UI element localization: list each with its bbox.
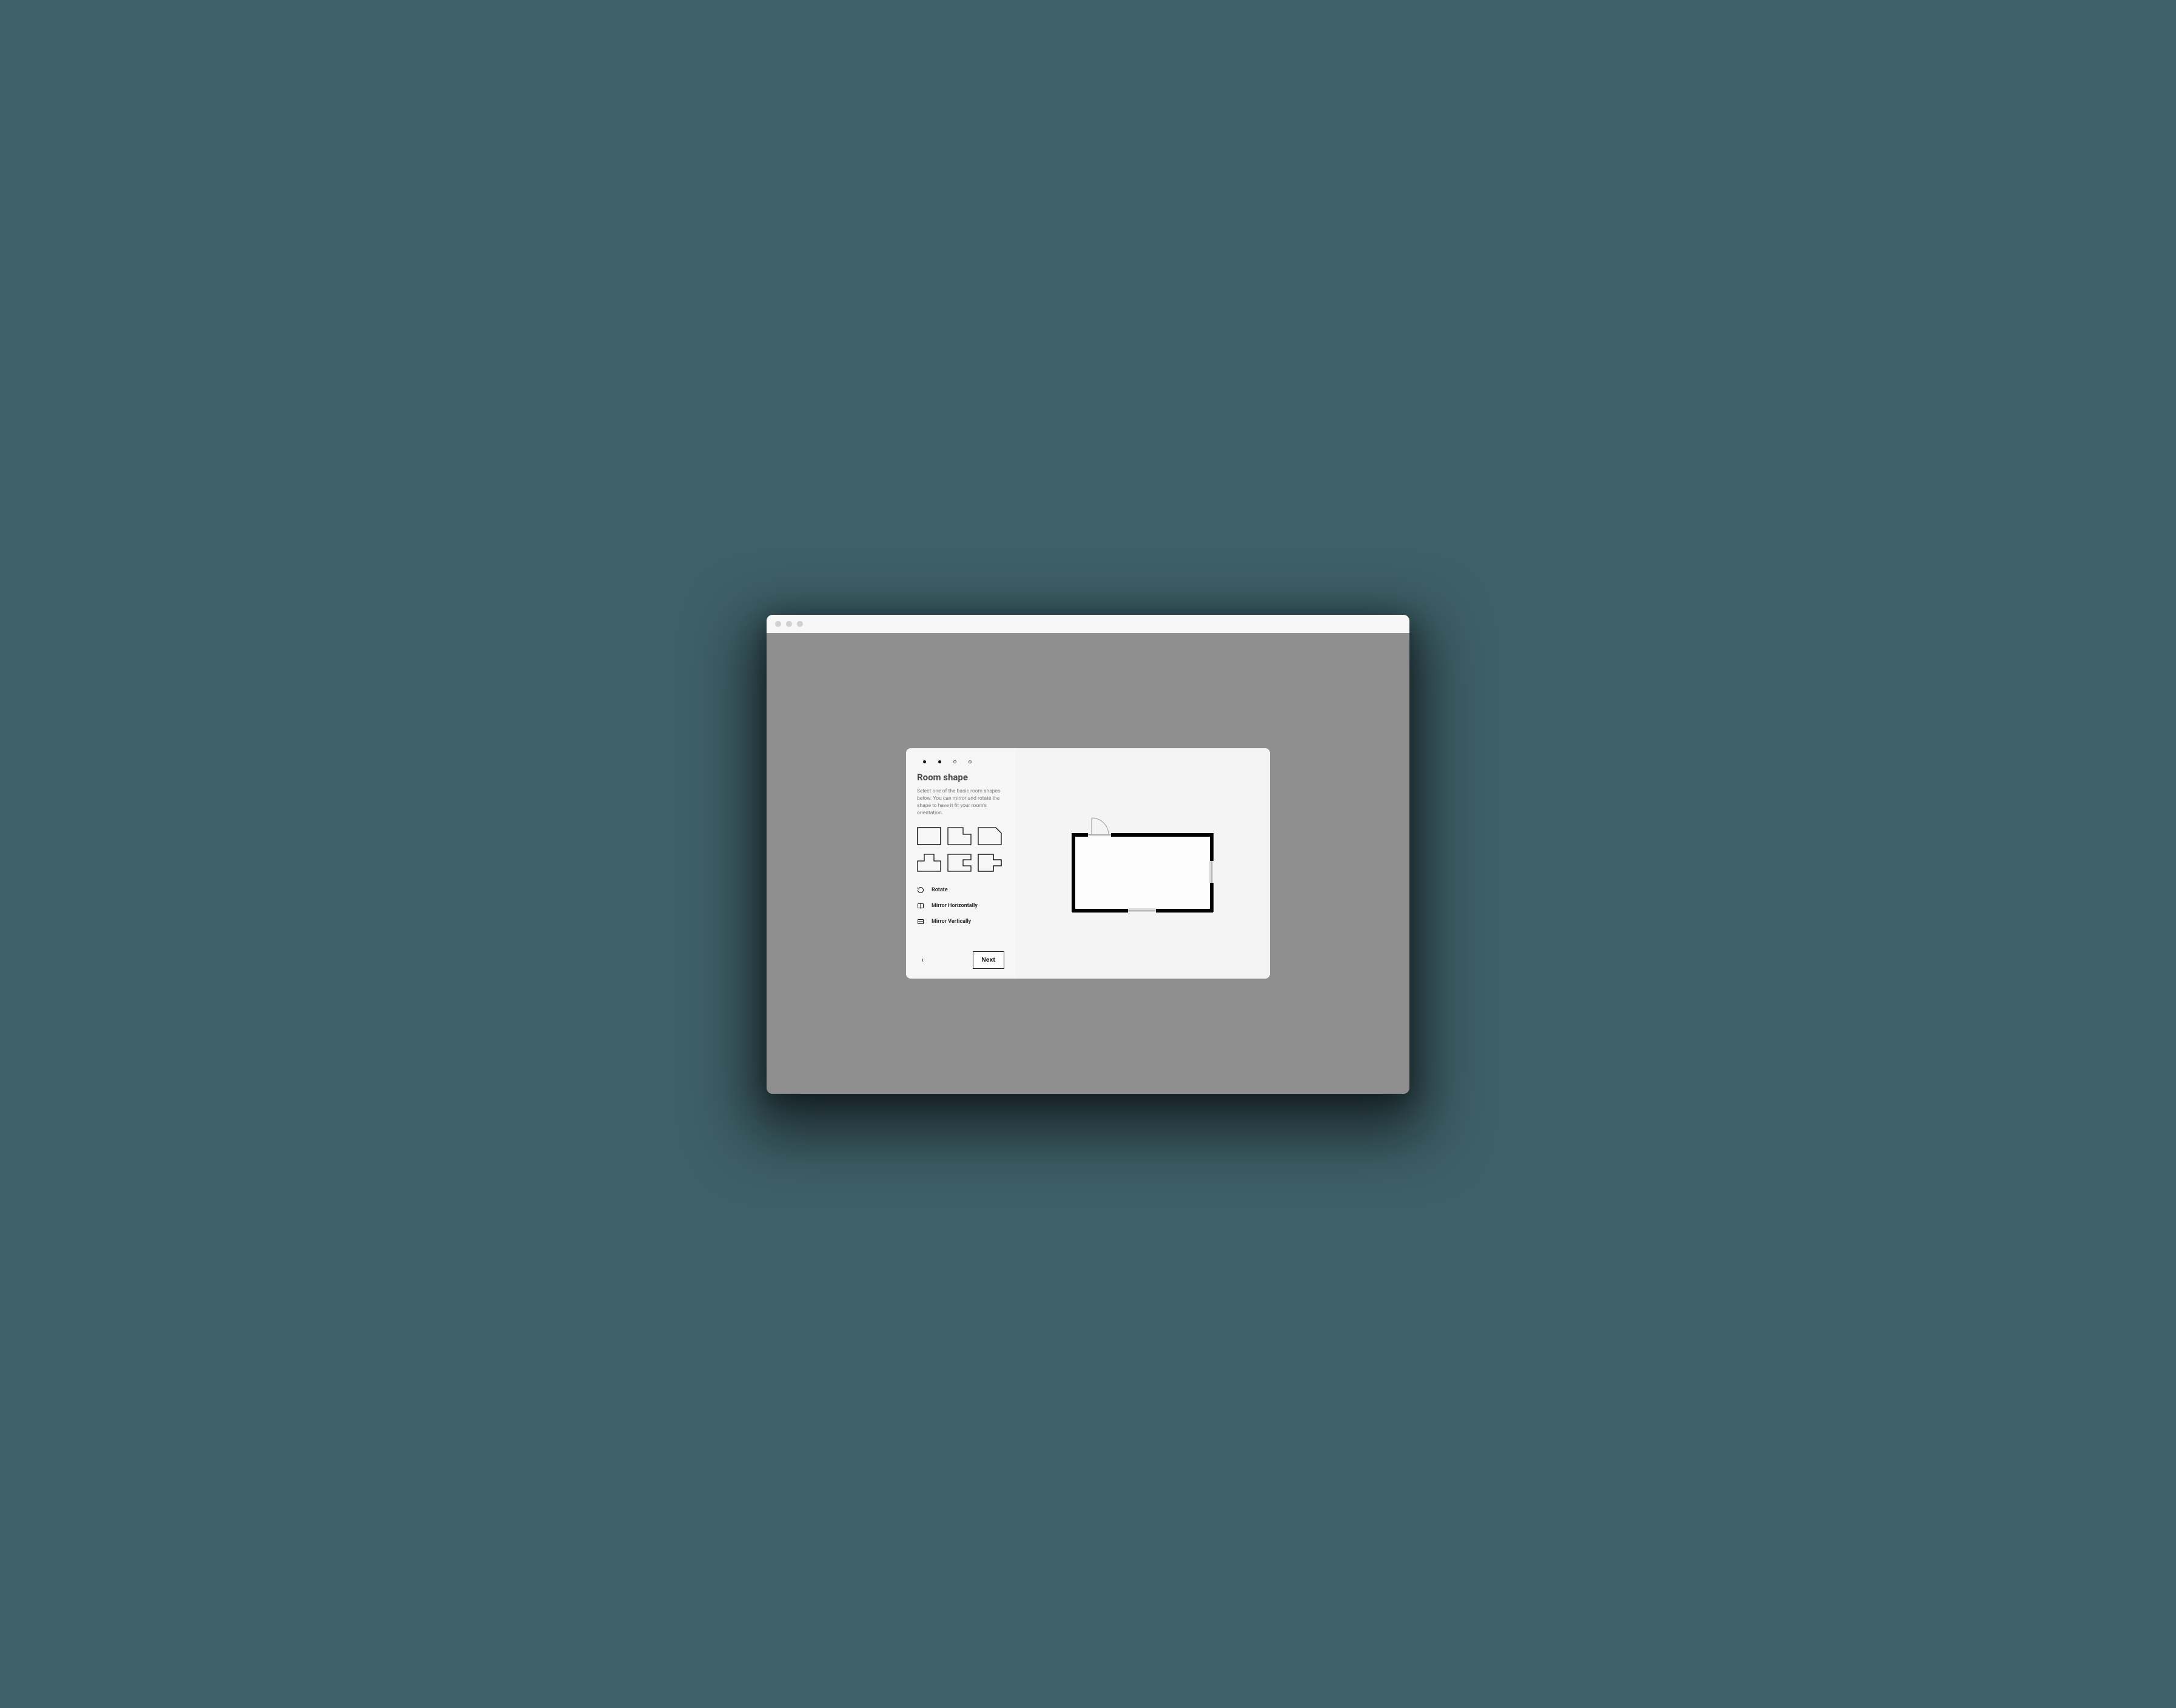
step-dot-4[interactable] xyxy=(969,760,972,763)
step-dot-1[interactable] xyxy=(923,760,926,763)
panel-description: Select one of the basic room shapes belo… xyxy=(917,788,1002,817)
stepper xyxy=(917,758,1004,772)
shape-option-t-shape[interactable] xyxy=(917,852,941,873)
next-button[interactable]: Next xyxy=(973,951,1004,969)
floorplan-preview-panel xyxy=(1015,748,1270,979)
mirror-vertical-button[interactable]: Mirror Vertically xyxy=(917,918,1004,925)
panel-title: Room shape xyxy=(917,772,1004,783)
panel-footer: ‹ Next xyxy=(917,943,1004,969)
browser-window: Room shape Select one of the basic room … xyxy=(767,615,1409,1094)
room-shape-modal: Room shape Select one of the basic room … xyxy=(906,748,1270,979)
floorplan-preview xyxy=(1072,815,1213,912)
app-viewport: Room shape Select one of the basic room … xyxy=(767,633,1409,1094)
shape-option-c-shape[interactable] xyxy=(947,852,972,873)
left-panel: Room shape Select one of the basic room … xyxy=(906,748,1015,979)
back-button[interactable]: ‹ xyxy=(917,954,928,965)
mirror-vertical-label: Mirror Vertically xyxy=(932,919,971,925)
shape-option-cut-corner[interactable] xyxy=(978,826,1002,846)
window-minimize-dot[interactable] xyxy=(786,621,792,627)
mirror-horizontal-label: Mirror Horizontally xyxy=(932,903,978,909)
step-dot-3[interactable] xyxy=(953,760,956,763)
browser-titlebar xyxy=(767,615,1409,633)
mirror-horizontal-icon xyxy=(917,902,924,909)
transform-actions: Rotate Mirror Horizontally xyxy=(917,886,1004,925)
shape-option-l-shape[interactable] xyxy=(947,826,972,846)
shape-grid xyxy=(917,826,1004,873)
room-outline xyxy=(1072,833,1213,912)
door-icon xyxy=(1092,818,1109,835)
shape-option-rectangle[interactable] xyxy=(917,826,941,846)
window-maximize-dot[interactable] xyxy=(797,621,803,627)
step-dot-2[interactable] xyxy=(938,760,941,763)
rotate-icon xyxy=(917,886,924,894)
window-close-dot[interactable] xyxy=(775,621,781,627)
chevron-left-icon: ‹ xyxy=(921,956,924,964)
shape-option-cross-shape[interactable] xyxy=(978,852,1002,873)
mirror-vertical-icon xyxy=(917,918,924,925)
rotate-label: Rotate xyxy=(932,887,948,893)
mirror-horizontal-button[interactable]: Mirror Horizontally xyxy=(917,902,1004,909)
rotate-button[interactable]: Rotate xyxy=(917,886,1004,894)
